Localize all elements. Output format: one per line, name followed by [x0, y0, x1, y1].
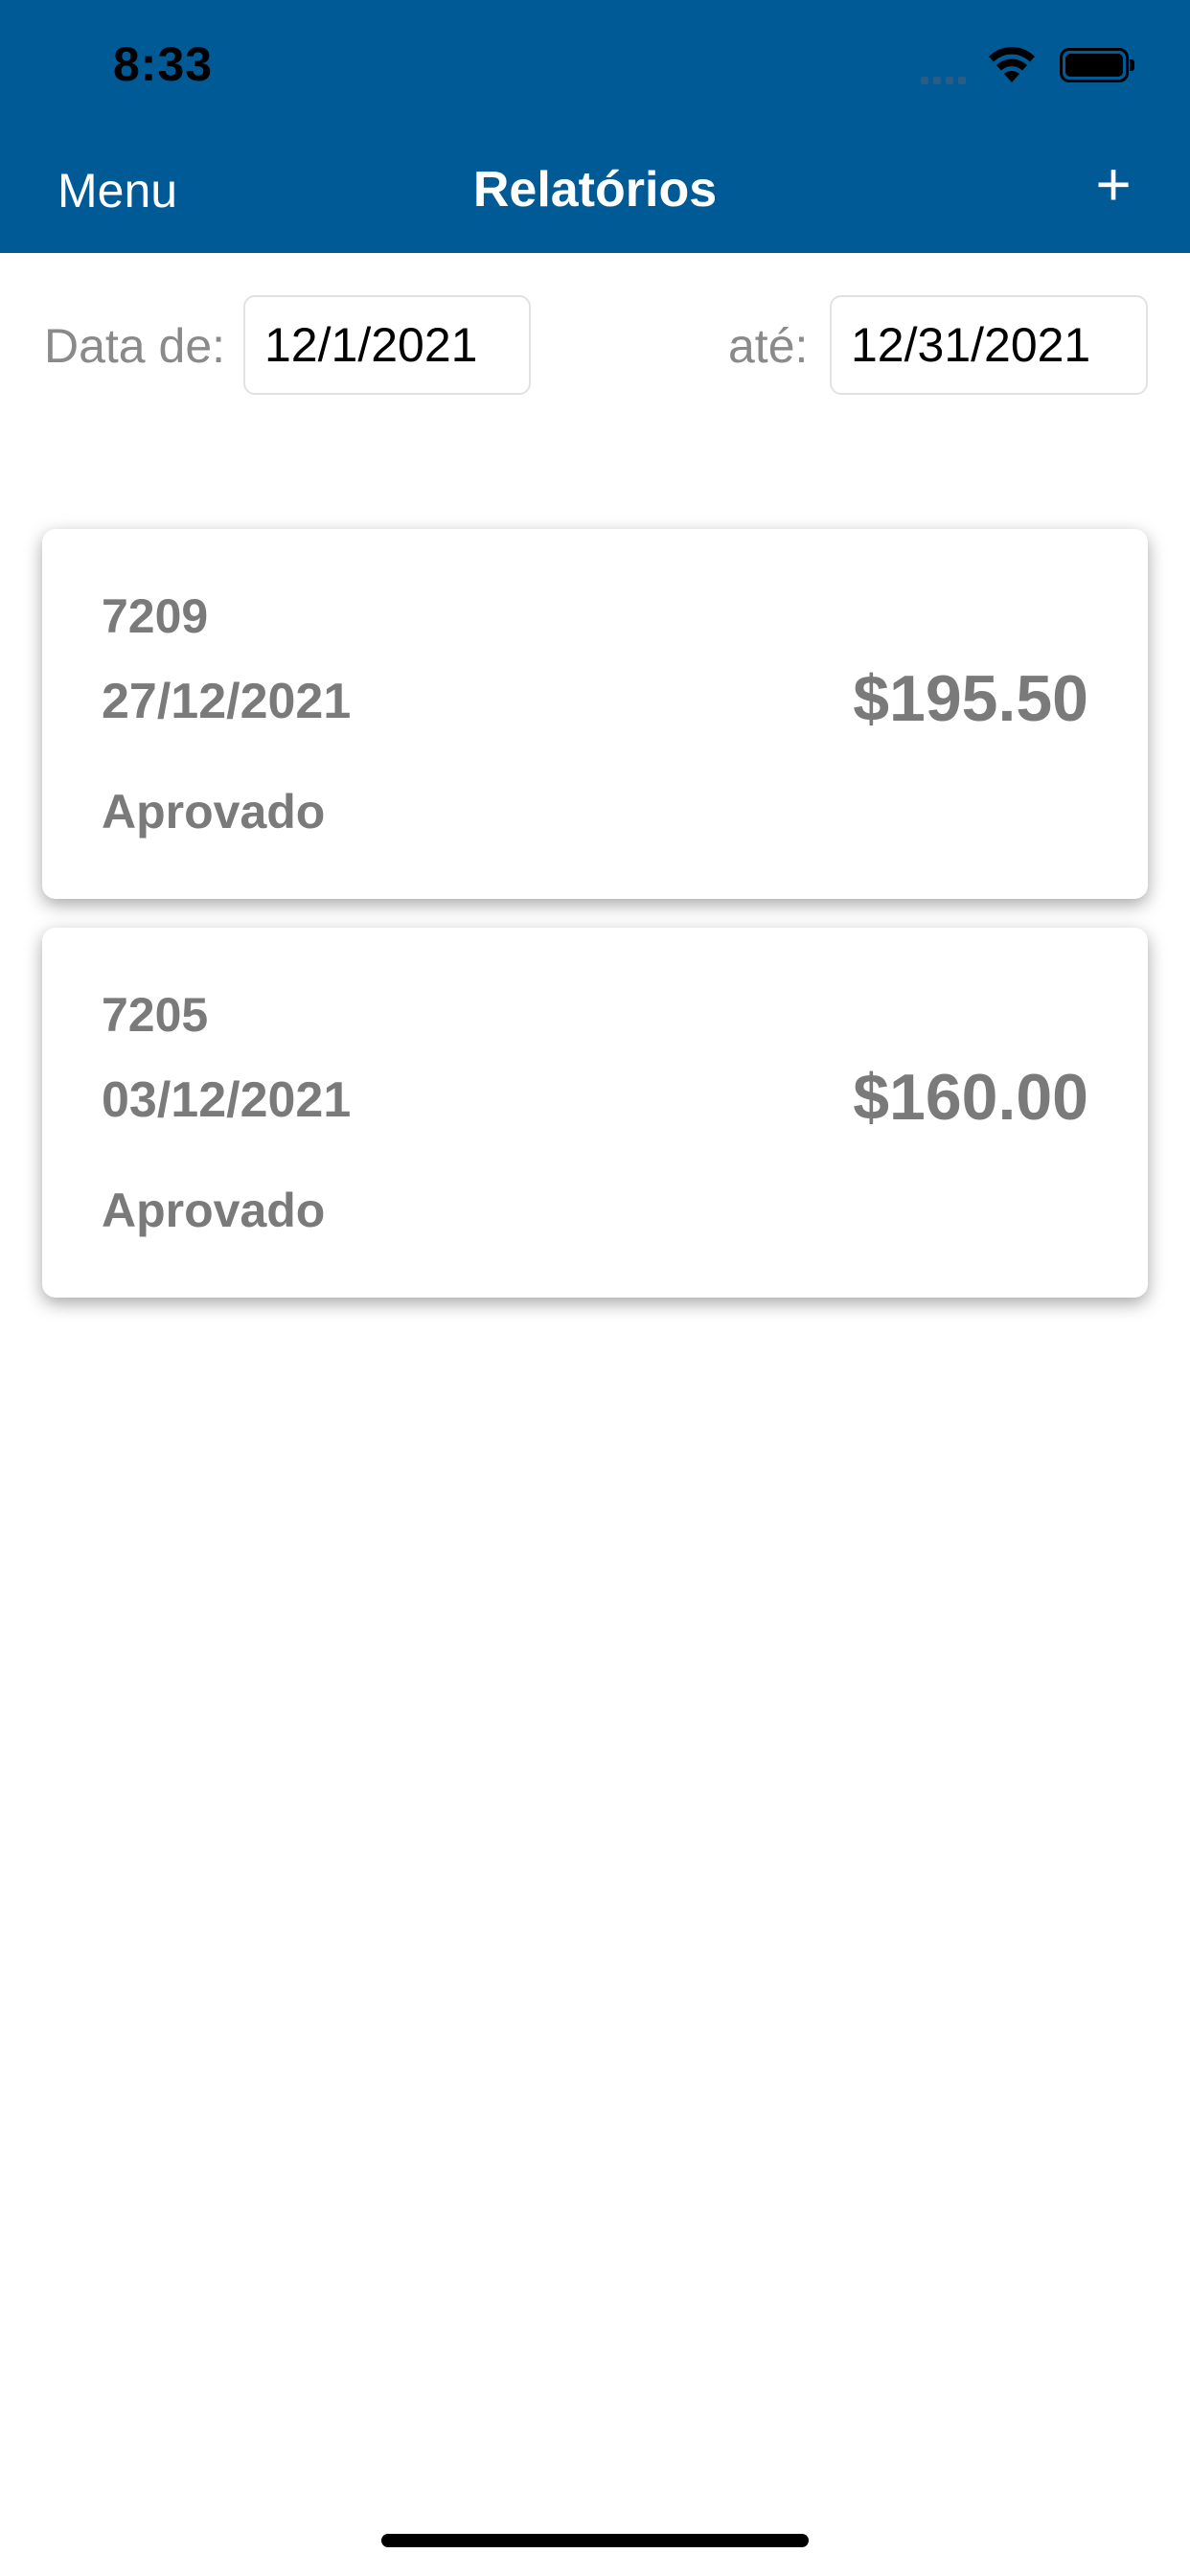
report-amount: $160.00 [853, 1061, 1088, 1134]
status-time: 8:33 [113, 37, 214, 91]
report-status: Aprovado [102, 1184, 326, 1237]
report-date: 03/12/2021 [102, 1072, 352, 1128]
report-card[interactable]: 7209 27/12/2021 Aprovado $195.50 [42, 529, 1148, 899]
date-to-input[interactable]: 12/31/2021 [830, 295, 1148, 395]
date-from-label: Data de: [44, 319, 226, 373]
add-report-button[interactable]: + [1085, 153, 1142, 215]
date-to-label: até: [728, 319, 809, 373]
report-id: 7205 [102, 988, 209, 1042]
home-indicator[interactable] [381, 2534, 809, 2547]
date-from-input[interactable]: 12/1/2021 [243, 295, 531, 395]
report-date: 27/12/2021 [102, 674, 352, 729]
report-amount: $195.50 [853, 662, 1088, 735]
battery-icon [1060, 48, 1134, 82]
cellular-signal-icon [921, 46, 966, 84]
page-title: Relatórios [472, 162, 718, 218]
report-card[interactable]: 7205 03/12/2021 Aprovado $160.00 [42, 928, 1148, 1298]
report-status: Aprovado [102, 785, 326, 839]
wifi-icon [989, 47, 1035, 82]
status-icons [921, 44, 1134, 86]
screen: 8:33 Menu Relatórios + Data de: 12/1/202… [0, 0, 1190, 2576]
report-id: 7209 [102, 589, 209, 643]
app-header: 8:33 Menu Relatórios + [0, 0, 1190, 253]
